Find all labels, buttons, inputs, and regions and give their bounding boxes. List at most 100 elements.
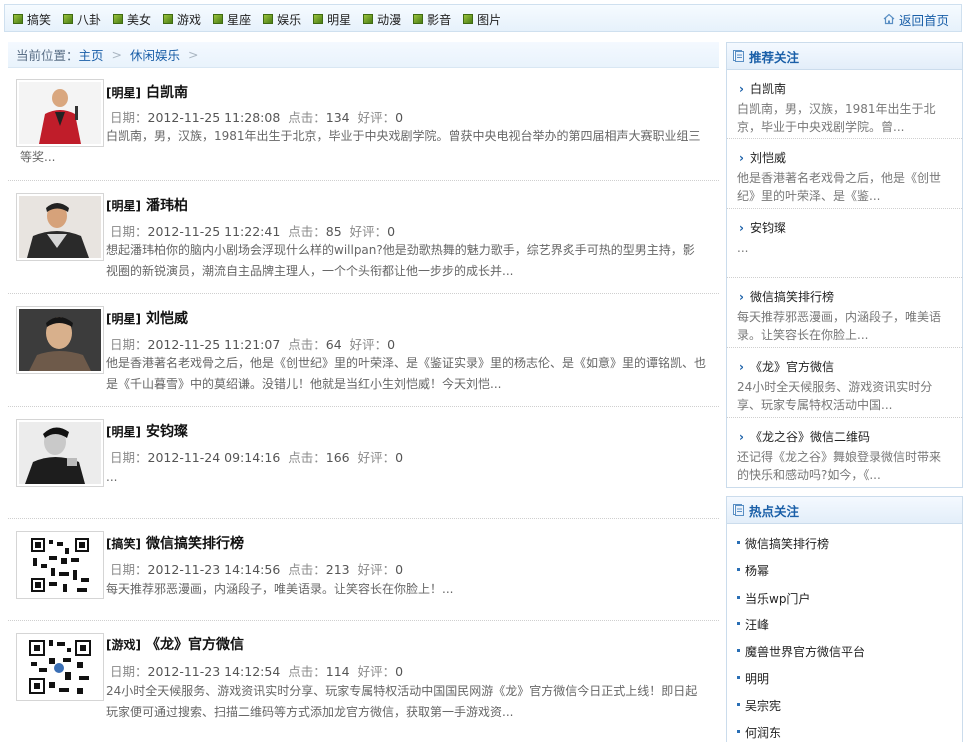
recommend-item: 微信搞笑排行榜 每天推荐邪恶漫画，内涵段子，唯美语录。让笑容长在你脸上... — [727, 278, 962, 348]
hot-header: 热点关注 — [727, 497, 962, 524]
click-count: 134 — [325, 110, 350, 125]
article-title[interactable]: [搞笑] 微信搞笑排行榜 — [106, 533, 244, 553]
category-tag[interactable]: [明星] — [106, 425, 141, 439]
breadcrumb-section-link[interactable]: 休闲娱乐 — [130, 45, 180, 64]
top-nav: 搞笑 八卦 美女 游戏 星座 娱乐 明星 动漫 影音 图片 返回首页 — [4, 4, 962, 32]
article-thumbnail[interactable] — [16, 419, 104, 487]
category-tag[interactable]: [明星] — [106, 312, 141, 326]
article-title-text: 潘玮柏 — [145, 198, 188, 214]
hot-title: 热点关注 — [749, 503, 800, 519]
nav-label: 动漫 — [377, 12, 402, 27]
square-bullet-icon — [13, 14, 23, 24]
person-photo-icon — [19, 196, 101, 258]
article-meta: 日期：2012-11-25 11:21:07 点击：64 好评：0 — [110, 337, 396, 352]
category-tag[interactable]: [明星] — [106, 199, 141, 213]
article-date: 2012-11-23 14:12:54 — [147, 664, 281, 679]
square-bullet-icon — [263, 14, 274, 24]
breadcrumb: 当前位置： 主页 > 休闲娱乐 > — [8, 42, 719, 68]
person-photo-icon — [19, 422, 101, 484]
recommend-item: 刘恺威 他是香港著名老戏骨之后，他是《创世纪》里的叶荣泽、是《鉴... — [727, 139, 962, 209]
hot-item-link[interactable]: 微信搞笑排行榜 — [736, 535, 829, 552]
nav-label: 影音 — [427, 12, 452, 27]
nav-label: 明星 — [327, 12, 352, 27]
nav-item-tupian[interactable]: 图片 — [463, 11, 501, 28]
article-title[interactable]: [明星] 潘玮柏 — [106, 195, 188, 215]
article-title[interactable]: [明星] 白凯南 — [106, 82, 188, 102]
recommend-item-link[interactable]: 白凯南 — [739, 80, 786, 97]
click-count: 85 — [325, 224, 342, 239]
nav-label: 娱乐 — [277, 12, 302, 27]
hot-item-link[interactable]: 何润东 — [736, 724, 781, 741]
nav-item-youxi[interactable]: 游戏 — [163, 11, 201, 28]
nav-item-bagua[interactable]: 八卦 — [63, 11, 101, 28]
nav-item-meinv[interactable]: 美女 — [113, 11, 151, 28]
article-summary: 想起潘玮柏你的脑内小剧场会浮现什么样的willpan?他是劲歌热舞的魅力歌手，综… — [106, 243, 695, 278]
article-title-text: 白凯南 — [145, 85, 188, 101]
article-thumbnail[interactable] — [16, 306, 104, 374]
article-title[interactable]: [游戏] 《龙》官方微信 — [106, 634, 244, 654]
nav-item-xingzuo[interactable]: 星座 — [213, 11, 251, 28]
category-tag[interactable]: [搞笑] — [106, 537, 141, 551]
article-item: [明星] 安钧璨 日期：2012-11-24 09:14:16 点击：166 好评… — [8, 407, 719, 519]
click-count: 213 — [325, 562, 350, 577]
review-count: 0 — [395, 664, 404, 679]
article-thumbnail[interactable] — [16, 531, 104, 599]
hot-item-link[interactable]: 当乐wp门户 — [736, 590, 810, 607]
nav-item-gaoxiao[interactable]: 搞笑 — [13, 11, 51, 28]
square-bullet-icon — [463, 14, 474, 24]
recommend-item-link[interactable]: 《龙》官方微信 — [739, 358, 834, 375]
article-summary: 白凯南，男，汉族，1981年出生于北京，毕业于中央戏剧学院。曾获中央电视台举办的… — [20, 129, 701, 164]
recommend-item: 白凯南 白凯南，男，汉族，1981年出生于北京，毕业于中央戏剧学院。曾... — [727, 70, 962, 139]
hot-item-link[interactable]: 魔兽世界官方微信平台 — [736, 643, 865, 660]
review-count: 0 — [387, 337, 396, 352]
breadcrumb-home-link[interactable]: 主页 — [79, 45, 104, 64]
breadcrumb-prefix: 当前位置： — [16, 48, 79, 63]
hot-item-link[interactable]: 吴宗宪 — [736, 697, 781, 714]
hot-item-link[interactable]: 明明 — [736, 670, 769, 687]
article-list: [明星] 白凯南 日期：2012-11-25 11:28:08 点击：134 好评… — [8, 68, 719, 736]
nav-item-yingyin[interactable]: 影音 — [413, 11, 451, 28]
article-item: [明星] 潘玮柏 日期：2012-11-25 11:22:41 点击：85 好评：… — [8, 181, 719, 294]
nav-item-yule[interactable]: 娱乐 — [263, 11, 301, 28]
article-summary: ... — [106, 470, 118, 484]
article-meta: 日期：2012-11-24 09:14:16 点击：166 好评：0 — [110, 450, 404, 465]
article-item: [明星] 刘恺威 日期：2012-11-25 11:21:07 点击：64 好评：… — [8, 294, 719, 407]
recommend-item-link[interactable]: 刘恺威 — [739, 149, 786, 166]
nav-item-mingxing[interactable]: 明星 — [313, 11, 351, 28]
recommend-title: 推荐关注 — [749, 49, 800, 65]
nav-item-dongman[interactable]: 动漫 — [363, 11, 401, 28]
article-date: 2012-11-24 09:14:16 — [147, 450, 281, 465]
recommend-item-desc: 白凯南，男，汉族，1981年出生于北京，毕业于中央戏剧学院。曾... — [737, 102, 936, 134]
article-title-text: 安钧璨 — [145, 424, 188, 440]
recommend-item-link[interactable]: 微信搞笑排行榜 — [739, 288, 834, 305]
category-tag[interactable]: [明星] — [106, 86, 141, 100]
article-summary: 24小时全天候服务、游戏资讯实时分享、玩家专属特权活动中国国民网游《龙》官方微信… — [106, 684, 698, 719]
recommend-item-link[interactable]: 《龙之谷》微信二维码 — [739, 428, 870, 445]
article-date: 2012-11-25 11:28:08 — [147, 110, 281, 125]
click-count: 64 — [325, 337, 342, 352]
recommend-item-desc: 24小时全天候服务、游戏资讯实时分享、玩家专属特权活动中国... — [737, 380, 933, 412]
hot-item-link[interactable]: 汪峰 — [736, 616, 769, 633]
article-title-text: 《龙》官方微信 — [145, 637, 244, 653]
recommend-item-desc: 还记得《龙之谷》舞娘登录微信时带来的快乐和感动吗?如今，《... — [737, 450, 942, 482]
square-bullet-icon — [163, 14, 174, 24]
article-title[interactable]: [明星] 安钧璨 — [106, 421, 188, 441]
hot-panel: 热点关注 微信搞笑排行榜 杨幂 当乐wp门户 汪峰 魔兽世界官方微信平台 明明 … — [726, 496, 963, 742]
article-thumbnail[interactable] — [16, 193, 104, 261]
hot-item-link[interactable]: 杨幂 — [736, 562, 769, 579]
review-count: 0 — [395, 110, 404, 125]
nav-label: 美女 — [127, 12, 152, 27]
article-title[interactable]: [明星] 刘恺威 — [106, 308, 188, 328]
nav-label: 图片 — [477, 12, 502, 27]
recommend-item-desc: 他是香港著名老戏骨之后，他是《创世纪》里的叶荣泽、是《鉴... — [737, 171, 942, 203]
article-item: [游戏] 《龙》官方微信 日期：2012-11-23 14:12:54 点击：11… — [8, 621, 719, 736]
article-thumbnail[interactable] — [16, 633, 104, 701]
document-icon — [733, 50, 744, 62]
article-meta: 日期：2012-11-23 14:12:54 点击：114 好评：0 — [110, 664, 404, 679]
nav-label: 星座 — [227, 12, 252, 27]
article-meta: 日期：2012-11-25 11:22:41 点击：85 好评：0 — [110, 224, 396, 239]
recommend-item: 《龙之谷》微信二维码 还记得《龙之谷》舞娘登录微信时带来的快乐和感动吗?如今，《… — [727, 418, 962, 488]
category-tag[interactable]: [游戏] — [106, 638, 141, 652]
recommend-item-link[interactable]: 安钧璨 — [739, 219, 786, 236]
home-link[interactable]: 返回首页 — [883, 5, 949, 33]
